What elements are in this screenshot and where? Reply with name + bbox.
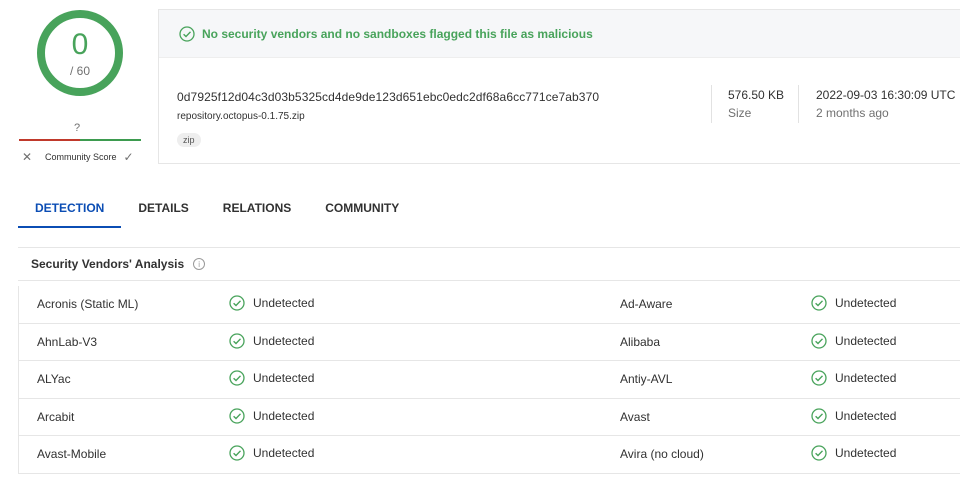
vendor-status-text: Undetected bbox=[253, 446, 315, 460]
community-bar-negative bbox=[19, 139, 80, 141]
divider bbox=[711, 85, 712, 123]
check-circle-icon bbox=[229, 407, 245, 424]
tab-detection[interactable]: DETECTION bbox=[18, 190, 122, 228]
divider bbox=[18, 280, 960, 281]
vendor-status: Undetected bbox=[229, 332, 315, 349]
x-icon[interactable]: ✕ bbox=[22, 150, 36, 164]
divider bbox=[798, 85, 799, 123]
table-row: AhnLab-V3 Undetected Alibaba Undetected bbox=[19, 324, 960, 361]
vendor-table: Acronis (Static ML) Undetected Ad-Aware Und… bbox=[18, 286, 960, 474]
analysis-date-relative: 2 months ago bbox=[816, 106, 889, 120]
analysis-date-value: 2022-09-03 16:30:09 UTC bbox=[816, 88, 956, 102]
vendor-status-text: Undetected bbox=[835, 296, 897, 310]
info-icon[interactable]: i bbox=[193, 258, 206, 270]
community-bar-positive bbox=[80, 139, 141, 141]
check-circle-icon bbox=[229, 445, 245, 461]
vendor-status-text: Undetected bbox=[253, 408, 315, 423]
section-title-text: Security Vendors' Analysis bbox=[31, 257, 185, 271]
vendor-status: Undetected bbox=[811, 407, 897, 424]
vendor-name: Antiy-AVL bbox=[620, 372, 673, 386]
vendor-status-text: Undetected bbox=[835, 446, 897, 460]
file-hash[interactable]: 0d7925f12d04c3d03b5325cd4de9de123d651ebc… bbox=[177, 90, 599, 104]
vendor-status: Undetected bbox=[229, 445, 314, 461]
vendor-status: Undetected bbox=[811, 332, 897, 349]
community-score-bar bbox=[19, 139, 141, 141]
vendor-name: Avira (no cloud) bbox=[620, 447, 704, 461]
vendor-status-text: Undetected bbox=[253, 371, 315, 385]
detection-count: 0 bbox=[71, 28, 89, 61]
verdict-banner: No security vendors and no sandboxes fla… bbox=[159, 10, 960, 58]
vendor-status: Undetected bbox=[811, 445, 896, 461]
tab-details[interactable]: DETAILS bbox=[121, 190, 205, 228]
vendor-status: Undetected bbox=[229, 295, 314, 311]
check-circle-icon bbox=[811, 295, 827, 311]
file-size-value: 576.50 KB bbox=[728, 88, 785, 102]
check-circle-icon bbox=[811, 332, 827, 349]
vendor-status: Undetected bbox=[811, 370, 896, 386]
vendor-name: Acronis (Static ML) bbox=[37, 297, 139, 311]
file-info-card: No security vendors and no sandboxes fla… bbox=[158, 9, 960, 164]
vendor-name: AhnLab-V3 bbox=[37, 334, 98, 349]
vendor-name: Avast bbox=[620, 409, 650, 424]
vendor-status-text: Undetected bbox=[253, 296, 315, 310]
vendor-status: Undetected bbox=[811, 295, 896, 311]
table-row: Arcabit Undetected Avast Undetected bbox=[19, 399, 960, 436]
vendor-name: Alibaba bbox=[620, 334, 661, 349]
file-tag[interactable]: zip bbox=[177, 133, 201, 147]
check-circle-icon bbox=[811, 370, 827, 386]
vendor-status: Undetected bbox=[229, 407, 315, 424]
file-size-label: Size bbox=[728, 106, 752, 120]
vendor-status-text: Undetected bbox=[253, 333, 315, 348]
divider bbox=[18, 247, 960, 248]
community-score-label: Community Score bbox=[45, 152, 117, 162]
report-tabs: DETECTION DETAILS RELATIONS COMMUNITY bbox=[18, 190, 416, 228]
vendor-name: Avast-Mobile bbox=[37, 447, 107, 461]
detection-score-ring: 0 / 60 bbox=[36, 9, 124, 97]
community-score-row: ✕ Community Score ✓ bbox=[22, 150, 140, 164]
check-circle-icon bbox=[229, 332, 245, 349]
check-circle-icon bbox=[811, 445, 827, 461]
detection-total: / 60 bbox=[69, 64, 90, 78]
check-circle-icon bbox=[179, 25, 195, 42]
community-score-value: ? bbox=[74, 122, 81, 134]
check-circle-icon bbox=[811, 407, 827, 424]
vendor-status-text: Undetected bbox=[835, 408, 897, 423]
file-name: repository.octopus-0.1.75.zip bbox=[177, 111, 305, 122]
check-icon[interactable]: ✓ bbox=[124, 150, 134, 164]
vendor-name: Ad-Aware bbox=[620, 297, 673, 311]
vendor-status-text: Undetected bbox=[835, 371, 897, 385]
table-row: ALYac Undetected Antiy-AVL Undetected bbox=[19, 361, 960, 399]
vendor-name: Arcabit bbox=[37, 409, 75, 424]
vendor-name: ALYac bbox=[37, 372, 71, 386]
check-circle-icon bbox=[229, 370, 245, 386]
table-row: Acronis (Static ML) Undetected Ad-Aware Und… bbox=[19, 286, 960, 324]
vendor-status-text: Undetected bbox=[835, 333, 897, 348]
verdict-text: No security vendors and no sandboxes fla… bbox=[202, 26, 593, 41]
tab-community[interactable]: COMMUNITY bbox=[308, 190, 416, 228]
check-circle-icon bbox=[229, 295, 245, 311]
table-row: Avast-Mobile Undetected Avira (no cloud) Un… bbox=[19, 436, 960, 474]
tab-relations[interactable]: RELATIONS bbox=[206, 190, 308, 228]
section-title: Security Vendors' Analysis i bbox=[31, 257, 206, 271]
vendor-status: Undetected bbox=[229, 370, 314, 386]
